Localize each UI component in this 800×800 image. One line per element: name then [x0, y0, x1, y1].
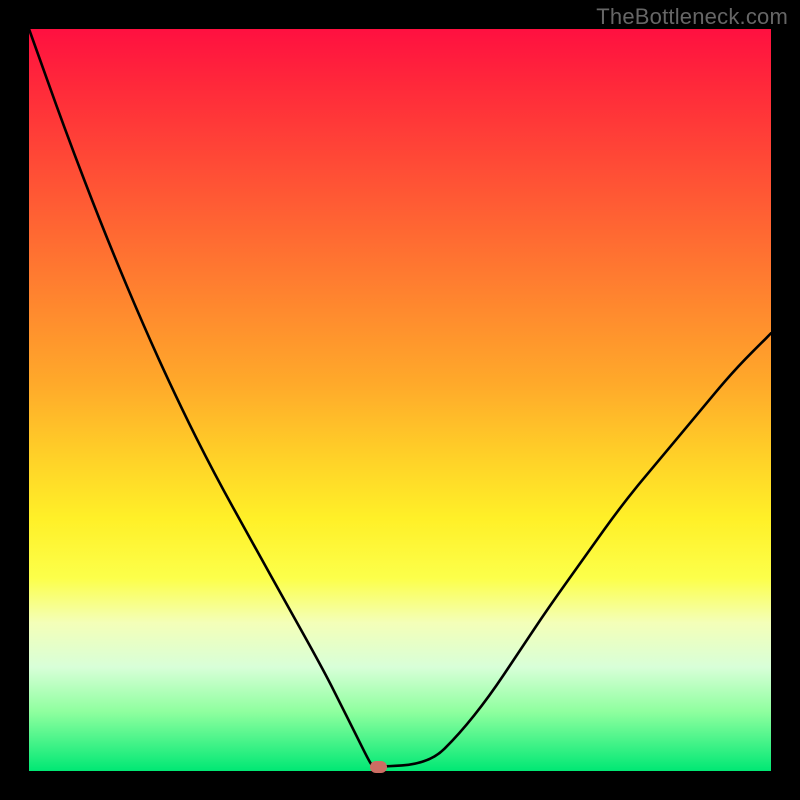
watermark-text: TheBottleneck.com [596, 4, 788, 30]
optimal-point-marker [370, 761, 387, 773]
bottleneck-curve [29, 29, 771, 771]
plot-area [29, 29, 771, 771]
chart-container: TheBottleneck.com [0, 0, 800, 800]
